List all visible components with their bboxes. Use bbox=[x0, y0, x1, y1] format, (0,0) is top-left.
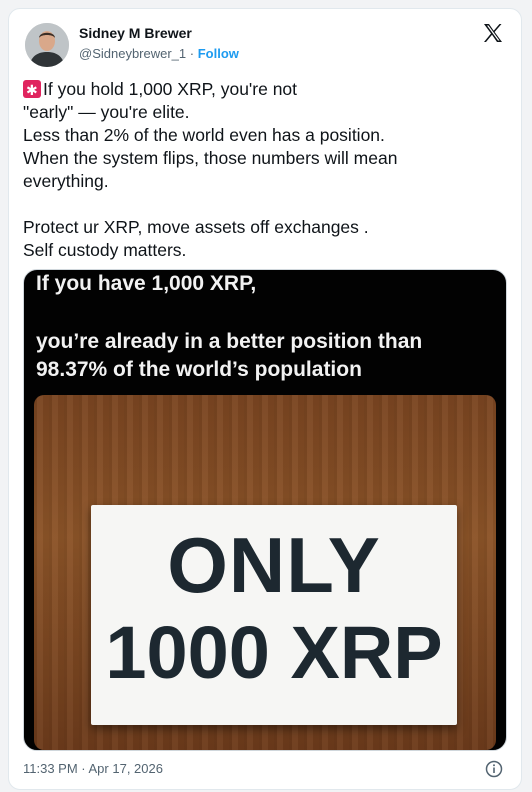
author-name[interactable]: Sidney M Brewer bbox=[79, 25, 192, 41]
follow-button[interactable]: Follow bbox=[198, 46, 239, 61]
tweet-text-p1: If you hold 1,000 XRP, you're not "early… bbox=[23, 79, 398, 191]
info-icon[interactable] bbox=[485, 760, 503, 778]
paper-sign: ONLY 1000 XRP bbox=[91, 505, 457, 725]
police-siren-emoji-icon bbox=[23, 79, 41, 102]
sign-text-line-2: 1000 XRP bbox=[105, 611, 443, 694]
avatar-photo bbox=[25, 23, 69, 67]
tweet-card: Sidney M Brewer @Sidneybrewer_1 · Follow… bbox=[8, 8, 522, 790]
wood-background: ONLY 1000 XRP bbox=[34, 395, 496, 750]
author-avatar[interactable] bbox=[25, 23, 69, 67]
x-logo-icon[interactable] bbox=[481, 21, 505, 45]
tweet-text: If you hold 1,000 XRP, you're not "early… bbox=[23, 78, 513, 262]
handle-row: @Sidneybrewer_1 · Follow bbox=[79, 46, 239, 61]
tweet-media-image[interactable]: If you have 1,000 XRP, you’re already in… bbox=[23, 269, 507, 751]
handle-separator: · bbox=[186, 46, 198, 61]
sign-text-line-1: ONLY bbox=[167, 521, 381, 609]
tweet-paragraph-1: If you hold 1,000 XRP, you're not "early… bbox=[23, 78, 513, 193]
tweet-timestamp[interactable]: 11:33 PM · Apr 17, 2026 bbox=[23, 761, 163, 776]
image-caption-line-1: If you have 1,000 XRP, bbox=[36, 272, 257, 295]
image-caption-line-2: you’re already in a better position than… bbox=[36, 330, 423, 381]
tweet-text-p2: Protect ur XRP, move assets off exchange… bbox=[23, 217, 369, 260]
author-handle[interactable]: @Sidneybrewer_1 bbox=[79, 46, 186, 61]
